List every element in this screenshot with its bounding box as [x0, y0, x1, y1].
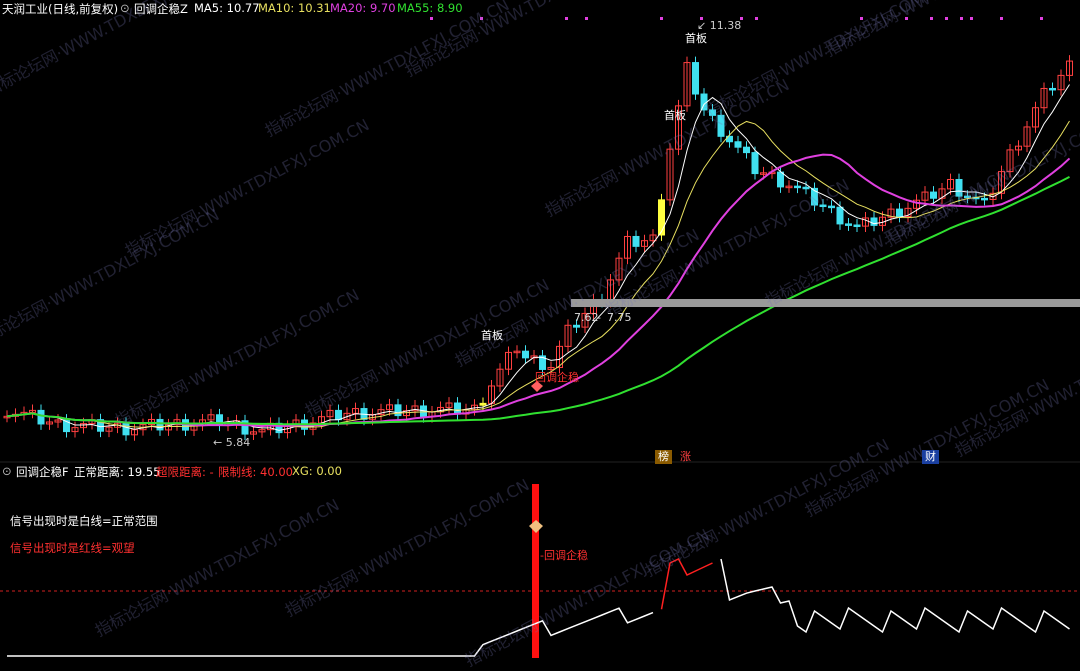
signal-dot	[905, 17, 908, 20]
range-sep: -	[597, 311, 601, 324]
distance-line-white-2	[720, 558, 1070, 634]
candle-body	[122, 422, 130, 436]
candle-body	[828, 205, 835, 209]
signal-bar	[532, 484, 539, 658]
candle-body	[734, 141, 742, 148]
signal-dot	[755, 17, 758, 20]
ma5-value: MA5: 10.77	[194, 1, 260, 15]
candle-body	[692, 62, 699, 95]
range-low-label: 7.62	[574, 311, 599, 324]
signal-dot	[585, 17, 588, 20]
signal-dot	[930, 17, 933, 20]
distance-line-white	[7, 607, 654, 657]
signal-dot	[660, 17, 663, 20]
candle-body	[853, 224, 861, 228]
candle-body	[845, 223, 852, 226]
sub-indicator-name: 回调企稳F	[16, 465, 69, 479]
candle-body	[479, 402, 487, 406]
candle-body	[777, 171, 784, 188]
candle-body	[819, 204, 827, 208]
candle-body	[981, 197, 988, 201]
bang-tag[interactable]: 榜	[655, 450, 672, 464]
candle-body	[794, 185, 801, 189]
candle-body	[836, 206, 844, 225]
signal-dot	[480, 17, 483, 20]
candle-body	[896, 208, 903, 217]
indicator-toggle-icon[interactable]: ⊙	[120, 1, 130, 15]
candle-body	[751, 152, 759, 175]
distance-line-red	[660, 558, 713, 610]
candle-body	[709, 109, 716, 116]
red-line-note: 信号出现时是红线=观望	[10, 541, 135, 555]
cai-tag[interactable]: 财	[922, 450, 939, 464]
indicator-name: 回调企稳Z	[134, 2, 188, 16]
candle-body	[522, 350, 529, 359]
pullback-signal-label: 回调企稳	[535, 371, 579, 384]
low-price-label: ← 5.84	[213, 436, 251, 449]
signal-dot	[945, 17, 948, 20]
over-limit-value: 超限距离: -	[156, 465, 214, 479]
normal-distance-value: 正常距离: 19.55	[74, 465, 161, 479]
signal-dot	[565, 17, 568, 20]
ma10-value: MA10: 10.31	[258, 1, 331, 15]
sub-signal-diamond	[529, 520, 543, 533]
candle-body	[743, 146, 750, 154]
signal-dot	[860, 17, 863, 20]
white-line-note: 信号出现时是白线=正常范围	[10, 514, 158, 528]
candle-body	[394, 404, 402, 417]
signal-dot	[1040, 17, 1043, 20]
candle-body	[37, 409, 45, 425]
candle-body	[658, 199, 665, 236]
candle-body	[454, 402, 461, 415]
limit-line-value: 限制线: 40.00	[218, 465, 293, 479]
first-board-label-3: 首板	[685, 32, 707, 45]
ma55-value: MA55: 8.90	[397, 1, 463, 15]
signal-dot	[430, 17, 433, 20]
candle-body	[335, 409, 342, 421]
candle-body	[632, 235, 640, 247]
ma20-value: MA20: 9.70	[330, 1, 396, 15]
candle-body	[717, 114, 725, 137]
candle-body	[870, 217, 878, 226]
first-board-label-1: 首板	[481, 329, 503, 342]
signal-dot	[960, 17, 963, 20]
candle-body	[1049, 87, 1056, 91]
zhang-tag[interactable]: 涨	[677, 450, 694, 464]
candle-body	[573, 324, 580, 328]
sub-indicator-toggle-icon[interactable]: ⊙	[2, 464, 12, 478]
candle-body	[955, 178, 963, 197]
sub-signal-label: -回调企稳	[540, 549, 588, 562]
xg-value: XG: 0.00	[292, 464, 342, 478]
candle-body	[700, 93, 708, 111]
signal-dot	[970, 17, 973, 20]
candle-body	[964, 195, 971, 199]
signal-dot	[1000, 17, 1003, 20]
stock-title: 天润工业(日线,前复权)	[2, 2, 119, 16]
first-board-label-2: 首板	[664, 109, 686, 122]
resistance-bar	[571, 299, 1080, 307]
range-high-label: 7.75	[607, 311, 632, 324]
candle-body	[156, 418, 164, 431]
candle-body	[930, 191, 937, 199]
candle-body	[802, 186, 810, 190]
